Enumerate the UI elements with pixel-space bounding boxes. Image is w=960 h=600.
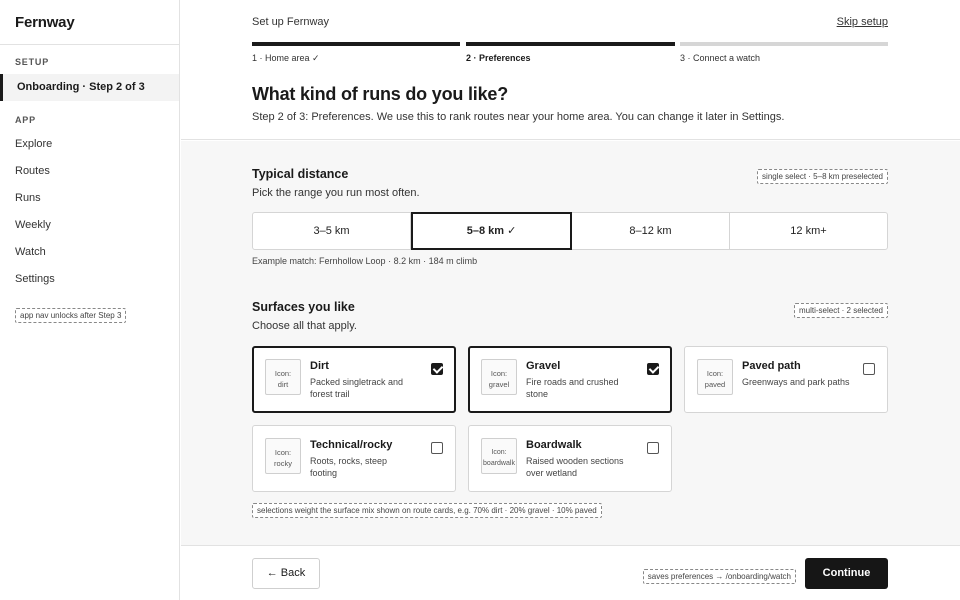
dirt-icon: Icon: dirt xyxy=(265,359,301,395)
paved-icon: Icon: paved xyxy=(697,359,733,395)
onboarding-header: Set up Fernway Skip setup 1 · Home area … xyxy=(181,0,960,140)
surface-card-desc: Greenways and park paths xyxy=(742,377,850,387)
brand-divider xyxy=(0,44,179,45)
sidebar-item-weekly[interactable]: Weekly xyxy=(15,219,51,231)
distance-option-12-plus[interactable]: 12 km+ xyxy=(730,213,887,249)
surface-card-dirt[interactable]: Icon: dirt Dirt Packed singletrack and f… xyxy=(252,346,456,413)
sidebar-item-watch[interactable]: Watch xyxy=(15,246,46,258)
sidebar-item-runs[interactable]: Runs xyxy=(15,192,41,204)
rocky-icon: Icon: rocky xyxy=(265,438,301,474)
surfaces-subtitle: Choose all that apply. xyxy=(252,320,357,332)
sidebar-item-onboarding[interactable]: Onboarding · Step 2 of 3 xyxy=(0,74,179,101)
distance-note: single select · 5–8 km preselected xyxy=(757,169,888,184)
surface-card-title: Paved path xyxy=(742,360,801,372)
surface-checkbox-gravel[interactable] xyxy=(647,363,659,375)
surface-checkbox-rocky[interactable] xyxy=(431,442,443,454)
back-button[interactable]: ← Back xyxy=(252,558,320,589)
surface-card-rocky[interactable]: Icon: rocky Technical/rocky Roots, rocks… xyxy=(252,425,456,492)
surfaces-footnote: selections weight the surface mix shown … xyxy=(252,503,602,518)
sidebar-nav-note: app nav unlocks after Step 3 xyxy=(15,308,127,323)
step-label-preferences: 2 · Preferences xyxy=(466,53,531,63)
skip-setup-link[interactable]: Skip setup xyxy=(837,16,888,28)
surface-checkbox-boardwalk[interactable] xyxy=(647,442,659,454)
surface-card-desc: Raised wooden sections over wetland xyxy=(526,456,624,478)
step-label-connect-watch: 3 · Connect a watch xyxy=(680,53,761,63)
boardwalk-icon: Icon: boardwalk xyxy=(481,438,517,474)
surface-card-desc: Fire roads and crushed stone xyxy=(526,377,619,399)
preferences-content: Typical distance Pick the range you run … xyxy=(181,141,960,545)
distance-option-8-12[interactable]: 8–12 km xyxy=(572,213,730,249)
page-title: What kind of runs do you like? xyxy=(252,84,509,104)
distance-option-3-5[interactable]: 3–5 km xyxy=(253,213,411,249)
setup-label: Set up Fernway xyxy=(252,16,330,28)
distance-title: Typical distance xyxy=(252,167,349,181)
sidebar-item-settings[interactable]: Settings xyxy=(15,273,55,285)
surface-card-title: Boardwalk xyxy=(526,439,582,451)
gravel-icon: Icon: gravel xyxy=(481,359,517,395)
sidebar-item-routes[interactable]: Routes xyxy=(15,165,50,177)
surface-card-title: Dirt xyxy=(310,360,329,372)
page-subtitle: Step 2 of 3: Preferences. We use this to… xyxy=(252,111,785,123)
step-label-home-area: 1 · Home area ✓ xyxy=(252,53,320,63)
surface-checkbox-dirt[interactable] xyxy=(431,363,443,375)
surface-card-desc: Roots, rocks, steep footing xyxy=(310,456,388,478)
surface-card-paved[interactable]: Icon: paved Paved path Greenways and par… xyxy=(684,346,888,413)
continue-note: saves preferences → /onboarding/watch xyxy=(642,569,796,584)
sidebar-section-setup: SETUP xyxy=(15,57,50,67)
step-progress-2 xyxy=(466,42,675,46)
step-progress-3 xyxy=(680,42,888,46)
onboarding-footer: ← Back saves preferences → /onboarding/w… xyxy=(181,545,960,600)
main-panel: Set up Fernway Skip setup 1 · Home area … xyxy=(181,0,960,600)
continue-button[interactable]: Continue xyxy=(805,558,888,589)
distance-subtitle: Pick the range you run most often. xyxy=(252,187,420,199)
surface-card-desc: Packed singletrack and forest trail xyxy=(310,377,404,399)
step-progress-1 xyxy=(252,42,460,46)
sidebar: Fernway SETUP Onboarding · Step 2 of 3 A… xyxy=(0,0,180,600)
surface-card-gravel[interactable]: Icon: gravel Gravel Fire roads and crush… xyxy=(468,346,672,413)
surface-card-boardwalk[interactable]: Icon: boardwalk Boardwalk Raised wooden … xyxy=(468,425,672,492)
sidebar-section-app: APP xyxy=(15,115,36,125)
distance-option-5-8[interactable]: 5–8 km ✓ xyxy=(411,212,572,250)
distance-example-match: Example match: Fernhollow Loop · 8.2 km … xyxy=(252,256,478,266)
surface-card-title: Technical/rocky xyxy=(310,439,393,451)
surfaces-title: Surfaces you like xyxy=(252,300,355,314)
surfaces-note: multi-select · 2 selected xyxy=(793,303,888,318)
sidebar-item-explore[interactable]: Explore xyxy=(15,138,52,150)
surface-checkbox-paved[interactable] xyxy=(863,363,875,375)
surface-card-title: Gravel xyxy=(526,360,561,372)
distance-segmented-control: 3–5 km 5–8 km ✓ 8–12 km 12 km+ xyxy=(252,212,888,250)
brand-logo[interactable]: Fernway xyxy=(15,14,75,31)
